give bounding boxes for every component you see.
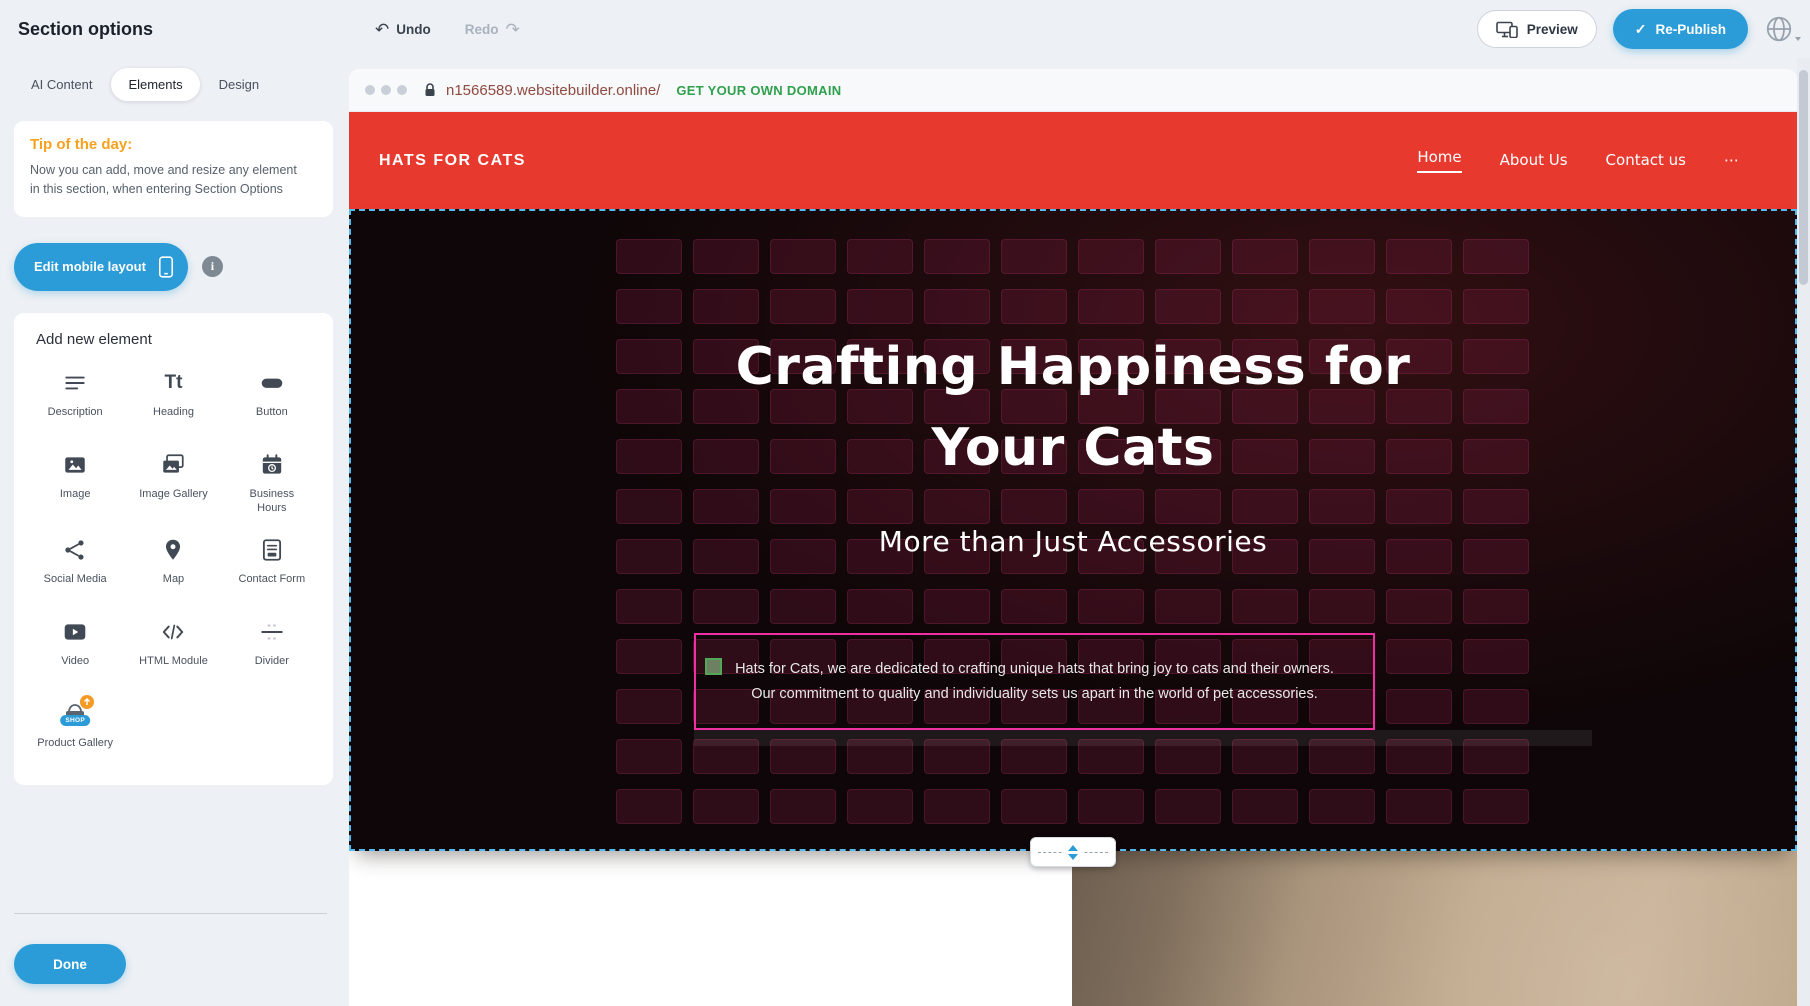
site-logo: HATS FOR CATS (379, 152, 526, 170)
republish-button[interactable]: ✓ Re-Publish (1613, 9, 1748, 49)
element-contact-form[interactable]: Contact Form (223, 535, 321, 597)
nav-contact-us[interactable]: Contact us (1606, 151, 1686, 171)
tip-title: Tip of the day: (30, 136, 317, 153)
image-icon (62, 450, 88, 480)
element-html-module[interactable]: HTML Module (124, 617, 222, 679)
topbar-actions: Preview ✓ Re-Publish (1477, 9, 1810, 49)
sidebar-tabs: AI Content Elements Design (14, 68, 333, 101)
hero-section-selected[interactable]: Crafting Happiness for Your Cats More th… (349, 209, 1797, 851)
nav-about-us[interactable]: About Us (1500, 151, 1568, 171)
social-media-icon (62, 535, 88, 565)
image-gallery-icon (160, 450, 186, 480)
element-divider[interactable]: Divider (223, 617, 321, 679)
nav-home[interactable]: Home (1417, 148, 1461, 173)
contact-form-icon (259, 535, 285, 565)
undo-button[interactable]: ↶ Undo (375, 21, 431, 38)
element-social-media[interactable]: Social Media (26, 535, 124, 597)
resize-arrows-icon (1064, 845, 1082, 860)
element-video[interactable]: Video (26, 617, 124, 679)
business-hours-icon (259, 450, 285, 480)
video-icon (62, 617, 88, 647)
hero-subheading[interactable]: More than Just Accessories (349, 525, 1797, 558)
sidebar: AI Content Elements Design Tip of the da… (0, 58, 349, 1006)
tip-of-the-day-card: Tip of the day: Now you can add, move an… (14, 121, 333, 217)
language-globe-icon[interactable] (1764, 14, 1794, 44)
button-icon (259, 368, 285, 398)
republish-label: Re-Publish (1655, 22, 1726, 37)
nav-more-icon[interactable]: ⋯ (1724, 151, 1739, 171)
add-element-card: Add new element Description Tt Heading B… (14, 313, 333, 786)
element-business-hours[interactable]: Business Hours (223, 450, 321, 516)
shop-badge: SHOP (60, 715, 90, 726)
undo-redo-group: ↶ Undo Redo ↷ (375, 21, 520, 38)
add-element-title: Add new element (36, 331, 321, 348)
code-icon (160, 617, 186, 647)
window-dots-icon (365, 85, 407, 95)
done-button[interactable]: Done (14, 944, 126, 984)
element-heading[interactable]: Tt Heading (124, 368, 222, 430)
hero-heading[interactable]: Crafting Happiness for Your Cats (349, 209, 1797, 489)
canvas-scrollbar (1797, 58, 1810, 1006)
divider-icon (259, 617, 285, 647)
element-grid: Description Tt Heading Button Image (26, 368, 321, 762)
element-product-gallery[interactable]: SHOP Product Gallery (26, 699, 124, 761)
tip-body: Now you can add, move and resize any ele… (30, 161, 302, 200)
preview-button[interactable]: Preview (1477, 10, 1597, 48)
hero-content: Crafting Happiness for Your Cats More th… (349, 209, 1797, 851)
lock-icon (423, 82, 437, 98)
description-icon (62, 368, 88, 398)
check-icon: ✓ (1635, 21, 1647, 38)
tab-design[interactable]: Design (202, 68, 276, 101)
edit-mobile-row: Edit mobile layout i (14, 243, 333, 291)
site-header: HATS FOR CATS Home About Us Contact us ⋯ (349, 112, 1797, 209)
tab-ai-content[interactable]: AI Content (14, 68, 109, 101)
scrollbar-thumb[interactable] (1799, 70, 1808, 285)
page-title: Section options (0, 19, 349, 40)
next-section (349, 851, 1797, 1006)
product-gallery-icon: SHOP (60, 699, 90, 729)
element-button[interactable]: Button (223, 368, 321, 430)
redo-label: Redo (465, 22, 499, 37)
element-hover-band (694, 730, 1592, 746)
tab-elements[interactable]: Elements (111, 68, 199, 101)
undo-label: Undo (396, 22, 431, 37)
phone-icon (158, 255, 174, 279)
element-description[interactable]: Description (26, 368, 124, 430)
site-nav: Home About Us Contact us ⋯ (1417, 148, 1739, 173)
topbar: Section options ↶ Undo Redo ↷ Preview ✓ … (0, 0, 1810, 58)
element-image[interactable]: Image (26, 450, 124, 516)
undo-icon: ↶ (375, 21, 389, 38)
edit-mobile-layout-button[interactable]: Edit mobile layout (14, 243, 188, 291)
sidebar-divider (14, 913, 327, 914)
map-pin-icon (160, 535, 186, 565)
heading-icon: Tt (165, 368, 183, 398)
element-drag-handle[interactable] (705, 658, 722, 675)
edit-mobile-label: Edit mobile layout (34, 259, 146, 274)
ground-photo (1072, 851, 1797, 1006)
redo-icon: ↷ (506, 21, 520, 38)
upgrade-badge-icon (80, 695, 94, 709)
site-url: n1566589.websitebuilder.online/ (446, 82, 660, 99)
preview-label: Preview (1527, 22, 1578, 37)
element-map[interactable]: Map (124, 535, 222, 597)
redo-button[interactable]: Redo ↷ (465, 21, 520, 38)
devices-icon (1496, 21, 1518, 38)
chevron-down-icon (1795, 37, 1801, 41)
website-preview: HATS FOR CATS Home About Us Contact us ⋯… (349, 112, 1797, 1006)
section-resize-handle[interactable] (1030, 837, 1116, 867)
browser-chrome-bar: n1566589.websitebuilder.online/ GET YOUR… (349, 69, 1797, 112)
info-icon[interactable]: i (202, 256, 223, 277)
element-image-gallery[interactable]: Image Gallery (124, 450, 222, 516)
site-preview-canvas: n1566589.websitebuilder.online/ GET YOUR… (349, 58, 1797, 1006)
paragraph-element-selected[interactable]: Hats for Cats, we are dedicated to craft… (694, 633, 1375, 730)
get-your-own-domain-link[interactable]: GET YOUR OWN DOMAIN (676, 83, 841, 98)
